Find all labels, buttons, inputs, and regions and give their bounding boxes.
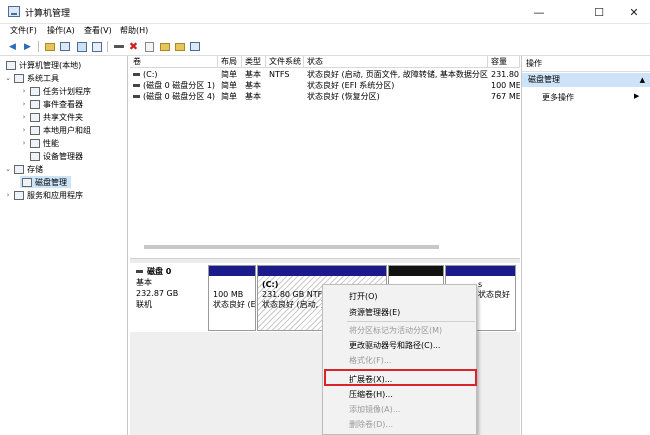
check-disk-icon[interactable] xyxy=(143,40,156,53)
shared-folder-icon xyxy=(30,112,40,122)
device-manager-icon xyxy=(30,151,40,161)
tree-local-users[interactable]: › 本地用户和组 xyxy=(20,124,91,136)
chevron-right-icon[interactable]: › xyxy=(20,113,28,121)
column-volume[interactable]: 卷 xyxy=(130,56,218,68)
tree-event-viewer[interactable]: › 事件查看器 xyxy=(20,98,83,110)
view-icon[interactable] xyxy=(188,40,201,53)
event-viewer-icon xyxy=(30,99,40,109)
clock-icon xyxy=(30,86,40,96)
toolbar-separator xyxy=(38,41,39,52)
menu-help[interactable]: 帮助(H) xyxy=(120,25,148,36)
column-layout[interactable]: 布局 xyxy=(218,56,242,68)
column-capacity[interactable]: 容量 xyxy=(488,56,520,68)
volume-icon xyxy=(133,73,140,76)
tree-storage[interactable]: ⌄ 存储 xyxy=(4,163,43,175)
tree-disk-management[interactable]: 磁盘管理 xyxy=(20,176,71,188)
minimize-button[interactable]: — xyxy=(523,0,555,24)
menu-add-mirror: 添加镜像(A)... xyxy=(349,405,401,414)
menu-file[interactable]: 文件(F) xyxy=(10,25,37,36)
help-icon[interactable] xyxy=(90,40,103,53)
menu-shrink-volume[interactable]: 压缩卷(H)... xyxy=(349,389,393,400)
extend-volume-highlight xyxy=(324,369,477,386)
table-row[interactable]: (磁盘 0 磁盘分区 4) 简单 基本 状态良好 (恢复分区) 767 ME xyxy=(130,92,520,102)
tree-root[interactable]: 计算机管理(本地) xyxy=(4,59,81,71)
chevron-right-icon[interactable]: › xyxy=(20,87,28,95)
console-tree: 计算机管理(本地) ⌄ 系统工具 › 任务计划程序 › 事件查看器 › 共享文件夹 › 本… xyxy=(0,56,128,435)
chevron-right-icon[interactable]: › xyxy=(20,100,28,108)
column-filesystem[interactable]: 文件系统 xyxy=(266,56,304,68)
storage-icon xyxy=(14,164,24,174)
tree-device-manager[interactable]: 设备管理器 xyxy=(28,150,83,162)
partition-status: 状态良好 xyxy=(478,290,510,299)
disk-status: 联机 xyxy=(136,300,152,309)
partition-efi[interactable]: 100 MB 状态良好 (E xyxy=(208,265,256,331)
menu-separator xyxy=(347,321,475,322)
partition-status: 状态良好 (E xyxy=(213,300,255,309)
menu-delete-volume: 删除卷(D)... xyxy=(349,420,394,429)
menu-bar: 文件(F) 操作(A) 查看(V) 帮助(H) xyxy=(0,24,650,38)
performance-icon xyxy=(30,138,40,148)
more-actions[interactable]: 更多操作 xyxy=(542,92,574,103)
open-folder-icon[interactable] xyxy=(158,40,171,53)
tree-shared-folders[interactable]: › 共享文件夹 xyxy=(20,111,83,123)
disk-icon xyxy=(22,177,32,187)
disk-type: 基本 xyxy=(136,278,152,287)
menu-open[interactable]: 打开(O) xyxy=(349,291,378,302)
menu-explorer[interactable]: 资源管理器(E) xyxy=(349,307,400,318)
tree-services[interactable]: › 服务和应用程序 xyxy=(4,189,83,201)
console-tree-icon[interactable] xyxy=(58,40,71,53)
connect-icon[interactable] xyxy=(112,40,125,53)
forward-icon[interactable]: ▶ xyxy=(21,40,34,53)
partition-size: 100 MB xyxy=(213,290,244,299)
maximize-button[interactable]: ☐ xyxy=(583,0,615,24)
chevron-right-icon[interactable]: › xyxy=(20,126,28,134)
tree-performance[interactable]: › 性能 xyxy=(20,137,59,149)
chevron-right-icon[interactable]: › xyxy=(20,139,28,147)
pane-splitter[interactable] xyxy=(130,258,520,263)
title-bar: 计算机管理 — ☐ ✕ xyxy=(0,0,650,24)
chevron-down-icon[interactable]: ⌄ xyxy=(4,74,12,82)
tree-task-scheduler[interactable]: › 任务计划程序 xyxy=(20,85,91,97)
actions-pane: 操作 磁盘管理 ▲ 更多操作 ▶ xyxy=(521,56,650,435)
toolbar-separator xyxy=(107,41,108,52)
disk-icon xyxy=(136,270,143,273)
up-folder-icon[interactable] xyxy=(43,40,56,53)
toolbar: ◀ ▶ ✖ xyxy=(0,38,650,56)
disk-size: 232.87 GB xyxy=(136,289,179,298)
tools-icon xyxy=(14,73,24,83)
column-type[interactable]: 类型 xyxy=(242,56,266,68)
computer-management-icon xyxy=(8,6,20,17)
computer-icon xyxy=(6,60,16,70)
chevron-right-icon[interactable]: ▶ xyxy=(634,92,639,100)
menu-view[interactable]: 查看(V) xyxy=(84,25,112,36)
users-icon xyxy=(30,125,40,135)
horizontal-scrollbar[interactable] xyxy=(144,245,439,249)
disk-name: 磁盘 0 xyxy=(147,267,172,276)
window-title: 计算机管理 xyxy=(25,9,71,19)
menu-format: 格式化(F)... xyxy=(349,356,392,365)
search-folder-icon[interactable] xyxy=(173,40,186,53)
services-icon xyxy=(14,190,24,200)
menu-mark-active: 将分区标记为活动分区(M) xyxy=(349,326,443,335)
tree-system-tools[interactable]: ⌄ 系统工具 xyxy=(4,72,59,84)
chevron-down-icon[interactable]: ⌄ xyxy=(4,165,12,173)
column-status[interactable]: 状态 xyxy=(304,56,488,68)
collapse-icon[interactable]: ▲ xyxy=(640,73,645,87)
volume-icon xyxy=(133,84,140,87)
back-icon[interactable]: ◀ xyxy=(6,40,19,53)
table-row[interactable]: (磁盘 0 磁盘分区 1) 简单 基本 状态良好 (EFI 系统分区) 100 … xyxy=(130,81,520,91)
menu-action[interactable]: 操作(A) xyxy=(47,25,75,36)
disk-0-info[interactable]: 磁盘 0 基本 232.87 GB 联机 xyxy=(136,266,206,328)
actions-section-disk-management[interactable]: 磁盘管理 ▲ xyxy=(522,73,650,87)
context-menu: 打开(O) 资源管理器(E) 将分区标记为活动分区(M) 更改驱动器号和路径(C… xyxy=(322,284,477,435)
close-button[interactable]: ✕ xyxy=(618,0,650,24)
table-row[interactable]: (C:) 简单 基本 NTFS 状态良好 (启动, 页面文件, 故障转储, 基本… xyxy=(130,70,520,80)
actions-title: 操作 xyxy=(522,56,650,72)
properties-icon[interactable] xyxy=(75,40,88,53)
menu-change-drive-letter[interactable]: 更改驱动器号和路径(C)... xyxy=(349,340,440,351)
volume-icon xyxy=(133,95,140,98)
chevron-right-icon[interactable]: › xyxy=(4,191,12,199)
delete-icon[interactable]: ✖ xyxy=(127,40,140,53)
